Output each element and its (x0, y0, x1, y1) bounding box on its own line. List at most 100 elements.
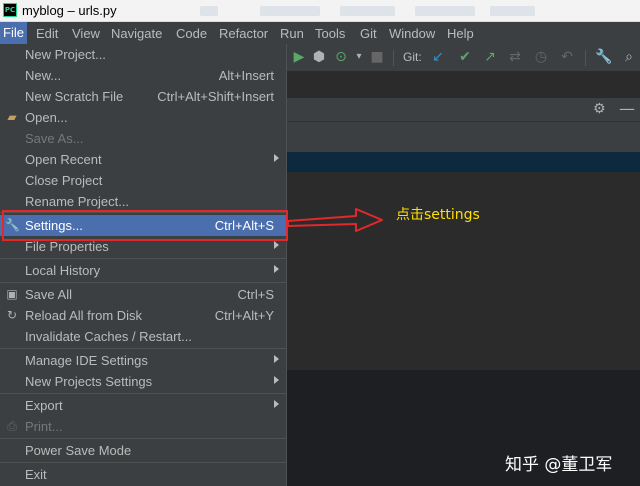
menu-item-power-save-mode[interactable]: Power Save Mode (0, 440, 286, 461)
menu-item-exit[interactable]: Exit (0, 464, 286, 485)
git-push-icon[interactable]: ↗ (482, 49, 498, 65)
main-toolbar: ▶ ⬢ ⊙ ▾ ■ Git: ↙ ✔ ↗ ⇄ ◷ ↶ 🔧 ⌕ (287, 44, 640, 72)
menu-item-label: File Properties (25, 239, 109, 254)
menu-code[interactable]: Code (176, 25, 207, 42)
menu-item-rename-project[interactable]: Rename Project... (0, 191, 286, 212)
tool-window-header: ⚙ — (287, 98, 640, 122)
editor-area[interactable] (287, 172, 640, 370)
menu-divider (0, 282, 286, 283)
git-label: Git: (403, 50, 422, 64)
tool-window-toolbar (287, 122, 640, 152)
submenu-arrow-icon (274, 355, 279, 363)
settings-wrench-icon[interactable]: 🔧 (595, 49, 612, 65)
menu-item-save-all[interactable]: ▣ Save All Ctrl+S (0, 284, 286, 305)
menu-item-print[interactable]: ⎙ Print... (0, 416, 286, 437)
submenu-arrow-icon (274, 400, 279, 408)
git-rollback-icon[interactable]: ↶ (559, 49, 575, 65)
folder-icon: ▰ (7, 110, 17, 124)
minimize-icon[interactable]: — (619, 99, 635, 118)
toolbar-separator (393, 50, 394, 66)
taskbar-item (200, 6, 218, 16)
taskbar-item (340, 6, 395, 16)
menu-item-label: Close Project (25, 173, 103, 188)
file-menu-dropdown: New Project... New... Alt+Insert New Scr… (0, 44, 287, 486)
menu-tools[interactable]: Tools (315, 25, 345, 42)
dropdown-arrow-icon[interactable]: ▾ (351, 49, 367, 65)
menu-item-label: Print... (25, 419, 63, 434)
menu-refactor[interactable]: Refactor (219, 25, 268, 42)
debug-icon[interactable]: ⬢ (311, 49, 327, 65)
menu-item-label: Manage IDE Settings (25, 353, 148, 368)
git-commit-icon[interactable]: ✔ (457, 49, 473, 65)
menu-item-shortcut: Alt+Insert (218, 68, 274, 83)
menu-window[interactable]: Window (389, 25, 435, 42)
menu-item-label: Open Recent (25, 152, 102, 167)
submenu-arrow-icon (274, 376, 279, 384)
submenu-arrow-icon (274, 154, 279, 162)
menu-item-new-scratch-file[interactable]: New Scratch File Ctrl+Alt+Shift+Insert (0, 86, 286, 107)
git-compare-icon[interactable]: ⇄ (507, 49, 523, 65)
menu-item-open-recent[interactable]: Open Recent (0, 149, 286, 170)
annotation-arrow-icon (287, 208, 383, 232)
submenu-arrow-icon (274, 265, 279, 273)
taskbar-item (490, 6, 535, 16)
print-icon: ⎙ (7, 419, 17, 433)
menu-edit[interactable]: Edit (36, 25, 58, 42)
reload-icon: ↻ (6, 308, 18, 322)
coverage-icon[interactable]: ⊙ (333, 49, 349, 65)
menu-item-label: New Scratch File (25, 89, 124, 104)
window-title-bar: PC myblog – urls.py (0, 0, 640, 22)
menu-item-shortcut: Ctrl+Alt+Y (214, 308, 274, 323)
menu-divider (0, 348, 286, 349)
menu-item-open[interactable]: ▰ Open... (0, 107, 286, 128)
menu-item-local-history[interactable]: Local History (0, 260, 286, 281)
menu-git[interactable]: Git (360, 25, 377, 42)
menu-item-shortcut: Ctrl+S (237, 287, 274, 302)
menu-item-label: Save All (25, 287, 72, 302)
menu-item-label: Local History (25, 263, 101, 278)
menu-item-label: New Project... (25, 47, 106, 62)
gear-icon[interactable]: ⚙ (593, 101, 606, 117)
git-update-icon[interactable]: ↙ (430, 49, 446, 65)
menu-navigate[interactable]: Navigate (111, 25, 162, 42)
menu-item-invalidate-caches[interactable]: Invalidate Caches / Restart... (0, 326, 286, 347)
menu-item-manage-ide-settings[interactable]: Manage IDE Settings (0, 350, 286, 371)
menu-item-label: Save As... (25, 131, 84, 146)
menu-item-export[interactable]: Export (0, 395, 286, 416)
menu-item-label: Export (25, 398, 63, 413)
annotation-text: 点击settings (396, 207, 480, 223)
taskbar-item (260, 6, 320, 16)
menu-item-new-project[interactable]: New Project... (0, 44, 286, 65)
stop-icon[interactable]: ■ (369, 49, 385, 65)
run-icon[interactable]: ▶ (291, 49, 307, 65)
save-icon: ▣ (6, 287, 18, 301)
menu-item-label: Exit (25, 467, 47, 482)
menu-item-label: Rename Project... (25, 194, 130, 209)
zhihu-watermark: 知乎 @董卫军 (505, 455, 613, 475)
git-history-icon[interactable]: ◷ (533, 49, 549, 65)
background-taskbar (150, 4, 550, 18)
menu-item-close-project[interactable]: Close Project (0, 170, 286, 191)
menu-run[interactable]: Run (280, 25, 304, 42)
menu-item-label: New Projects Settings (25, 374, 153, 389)
menu-item-label: Power Save Mode (25, 443, 132, 458)
menu-divider (0, 393, 286, 394)
menu-item-new[interactable]: New... Alt+Insert (0, 65, 286, 86)
menu-file[interactable]: File (0, 22, 27, 44)
menu-item-label: New... (25, 68, 62, 83)
menu-help[interactable]: Help (447, 25, 474, 42)
menu-item-save-as[interactable]: Save As... (0, 128, 286, 149)
pycharm-app-icon: PC (3, 3, 17, 17)
menu-item-shortcut: Ctrl+Alt+Shift+Insert (157, 89, 274, 104)
menu-view[interactable]: View (72, 25, 100, 42)
editor-tabs-strip (287, 72, 640, 98)
menu-item-reload-all[interactable]: ↻ Reload All from Disk Ctrl+Alt+Y (0, 305, 286, 326)
search-icon[interactable]: ⌕ (621, 49, 637, 65)
menu-item-new-projects-settings[interactable]: New Projects Settings (0, 371, 286, 392)
menu-item-label: Open... (25, 110, 68, 125)
window-title: myblog – urls.py (22, 3, 117, 18)
menu-divider (0, 462, 286, 463)
main-menu-bar: File Edit View Navigate Code Refactor Ru… (0, 22, 640, 44)
menu-divider (0, 438, 286, 439)
selected-row[interactable] (287, 152, 640, 172)
